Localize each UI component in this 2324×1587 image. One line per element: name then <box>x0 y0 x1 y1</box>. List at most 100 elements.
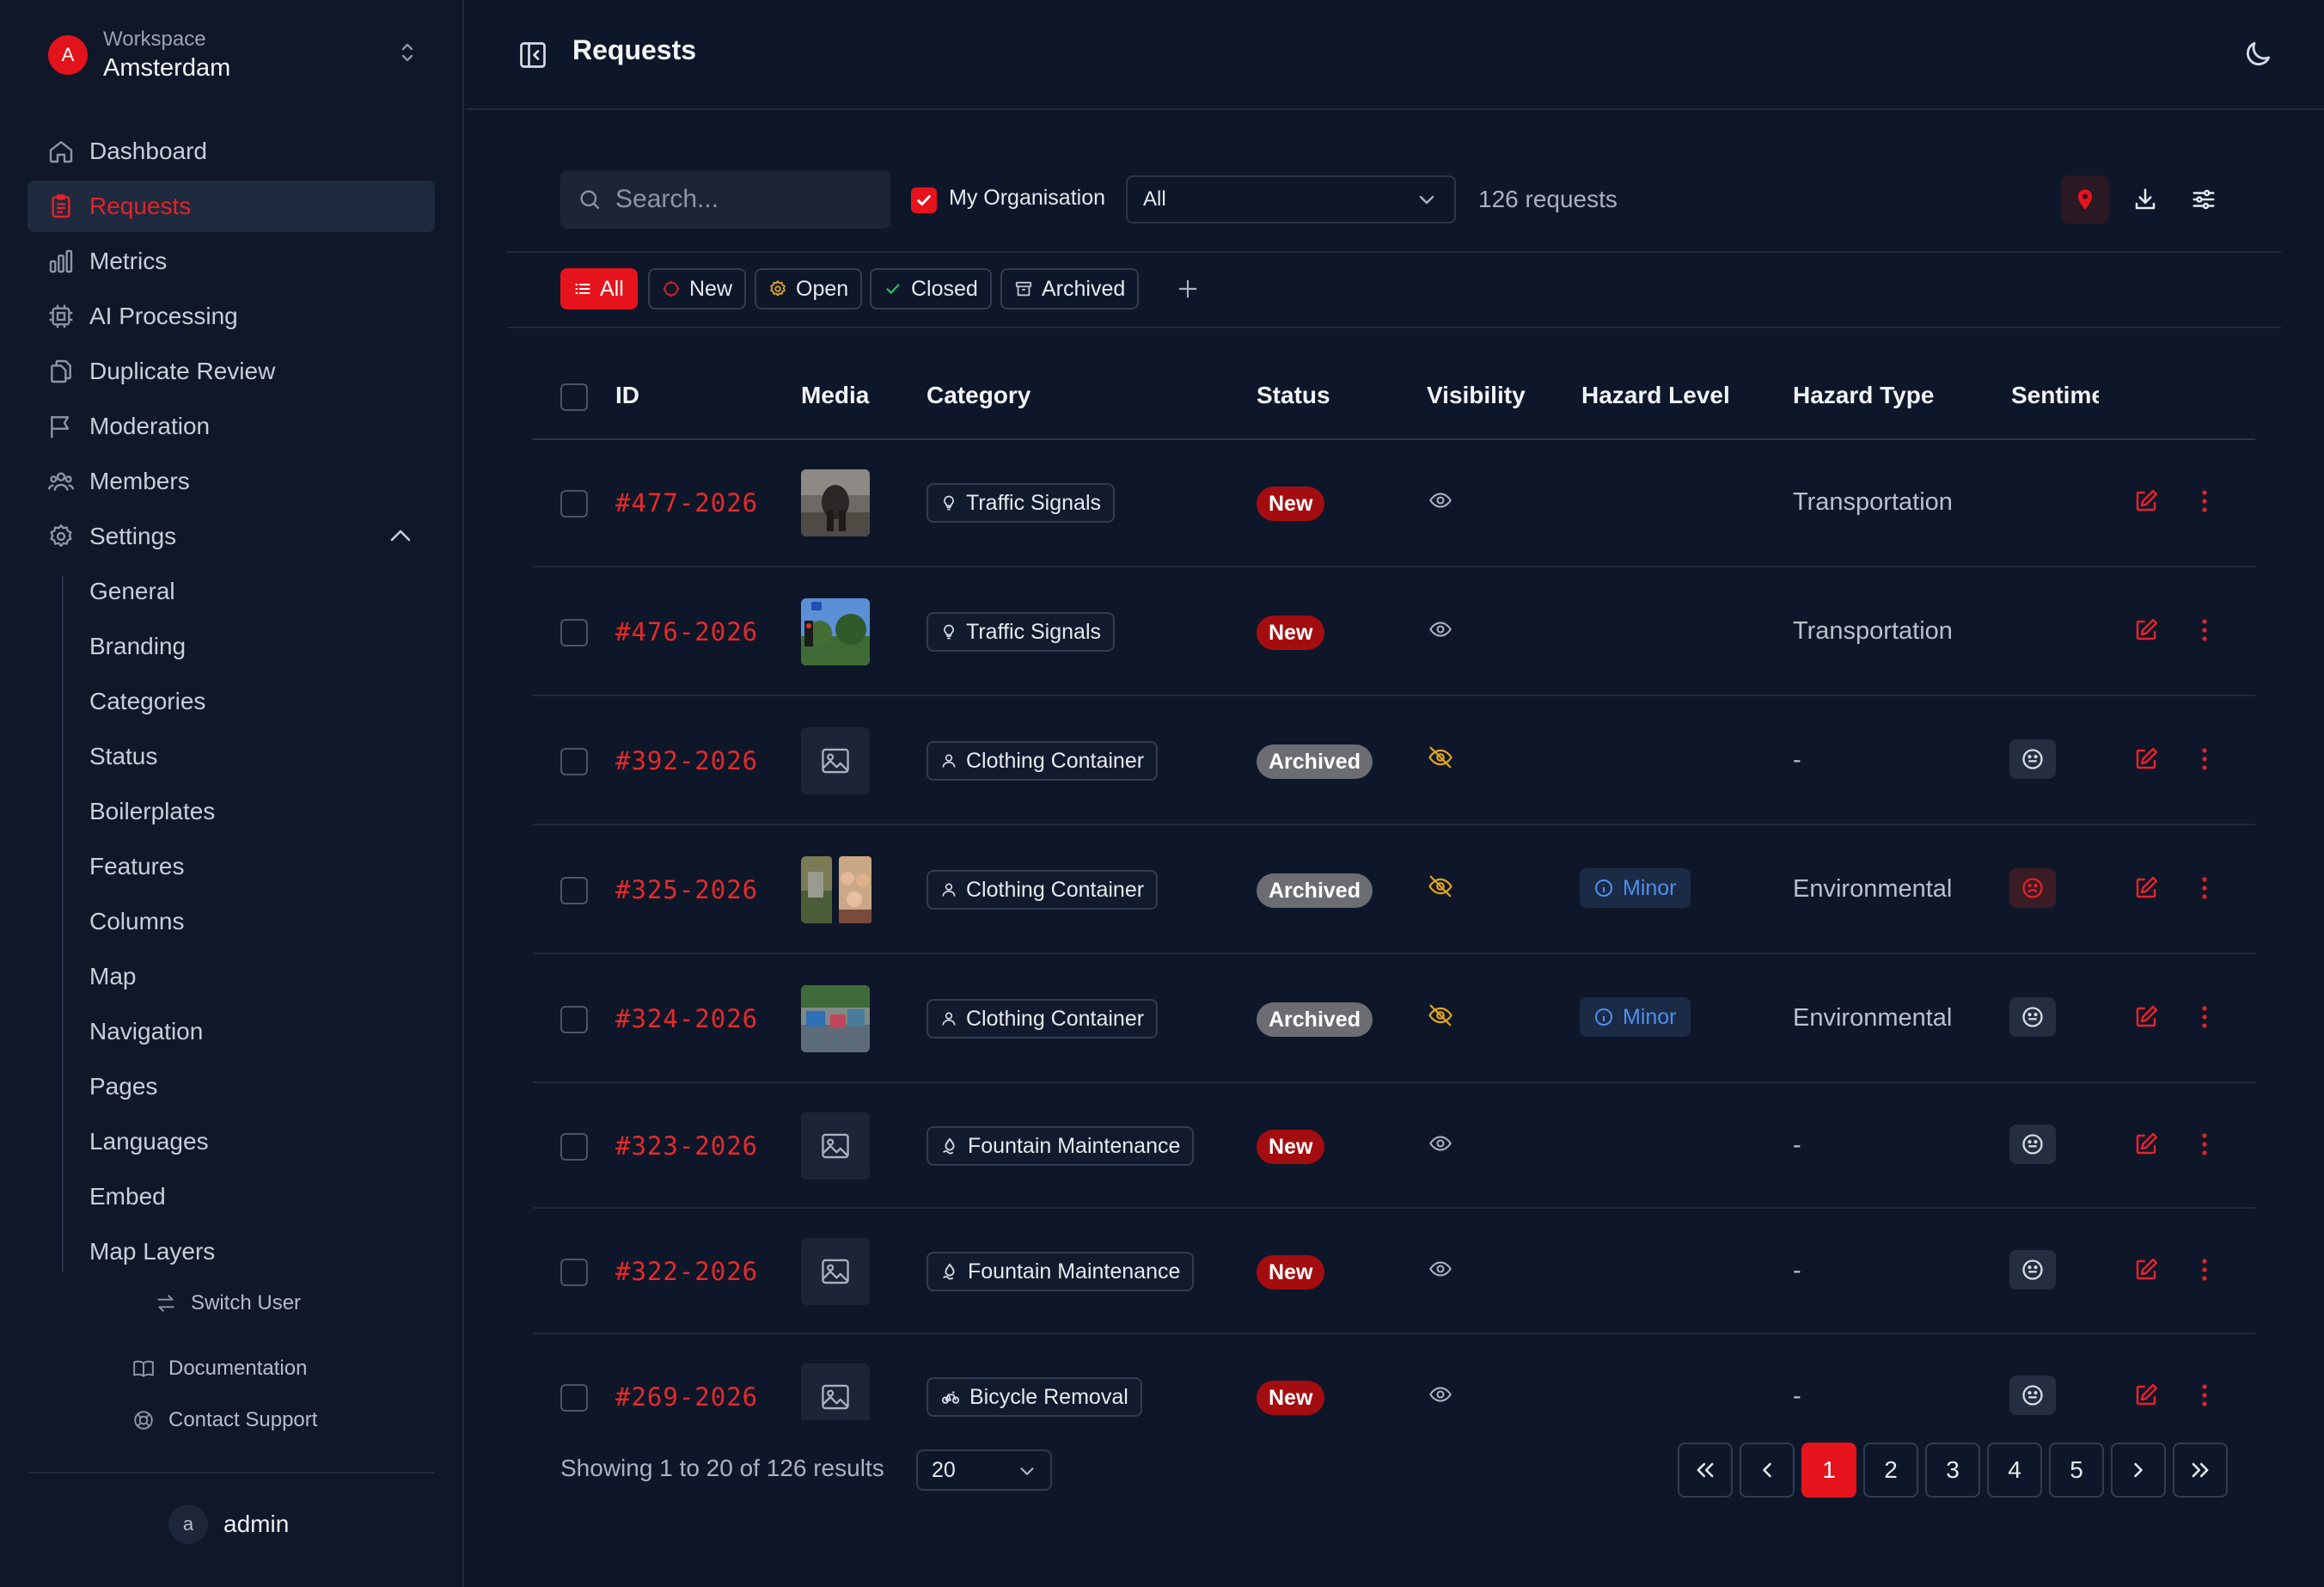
nav-item-ai-processing[interactable]: AI Processing <box>28 291 435 342</box>
settings-item-map[interactable]: Map <box>89 958 136 996</box>
nav-item-duplicate-review[interactable]: Duplicate Review <box>28 346 435 397</box>
column-header-id[interactable]: ID <box>615 382 639 409</box>
media-thumbnails[interactable] <box>801 856 873 923</box>
more-vertical-icon[interactable] <box>2199 617 2211 643</box>
nav-item-members[interactable]: Members <box>28 456 435 507</box>
more-vertical-icon[interactable] <box>2199 1004 2211 1030</box>
edit-icon[interactable] <box>2133 1131 2159 1157</box>
filter-chip-all[interactable]: All <box>560 268 638 309</box>
row-checkbox[interactable] <box>560 1259 588 1286</box>
request-id-link[interactable]: #325-2026 <box>615 875 758 904</box>
table-row[interactable]: #392-2026 Clothing Container Archived - <box>533 696 2255 825</box>
settings-item-boilerplates[interactable]: Boilerplates <box>89 793 215 830</box>
nav-item-metrics[interactable]: Metrics <box>28 236 435 287</box>
edit-icon[interactable] <box>2133 617 2159 643</box>
first-page-button[interactable] <box>1678 1443 1733 1498</box>
search-input[interactable] <box>614 184 872 215</box>
table-row[interactable]: #322-2026 Fountain Maintenance New - <box>533 1209 2255 1334</box>
more-vertical-icon[interactable] <box>2199 1131 2211 1157</box>
nav-item-settings[interactable]: Settings <box>28 511 435 562</box>
request-id-link[interactable]: #392-2026 <box>615 746 758 775</box>
media-thumbnail[interactable] <box>801 985 870 1052</box>
next-page-button[interactable] <box>2111 1443 2166 1498</box>
more-vertical-icon[interactable] <box>2199 875 2211 901</box>
column-header-hazard-type[interactable]: Hazard Type <box>1793 382 1934 409</box>
settings-item-features[interactable]: Features <box>89 848 185 885</box>
edit-icon[interactable] <box>2133 488 2159 514</box>
table-row[interactable]: #323-2026 Fountain Maintenance New - <box>533 1083 2255 1209</box>
column-header-visibility[interactable]: Visibility <box>1427 382 1526 409</box>
settings-item-navigation[interactable]: Navigation <box>89 1013 203 1051</box>
eye-icon[interactable] <box>1427 1382 1454 1406</box>
column-header-hazard-level[interactable]: Hazard Level <box>1581 382 1730 409</box>
page-button[interactable]: 1 <box>1801 1443 1856 1498</box>
settings-item-categories[interactable]: Categories <box>89 683 205 720</box>
edit-icon[interactable] <box>2133 875 2159 901</box>
search-box[interactable] <box>560 170 890 229</box>
page-button[interactable]: 5 <box>2049 1443 2104 1498</box>
edit-icon[interactable] <box>2133 1257 2159 1283</box>
switch-user-link[interactable]: Switch User <box>155 1291 301 1315</box>
row-checkbox[interactable] <box>560 748 588 775</box>
request-id-link[interactable]: #476-2026 <box>615 617 758 646</box>
eye-icon[interactable] <box>1427 1131 1454 1155</box>
moon-icon[interactable] <box>2241 38 2274 70</box>
previous-page-button[interactable] <box>1740 1443 1795 1498</box>
media-thumbnail[interactable] <box>801 598 870 665</box>
workspace-switcher[interactable]: A Workspace Amsterdam <box>48 22 418 88</box>
row-checkbox[interactable] <box>560 1006 588 1033</box>
settings-item-status[interactable]: Status <box>89 738 157 775</box>
filter-chip-open[interactable]: Open <box>755 268 863 309</box>
request-id-link[interactable]: #323-2026 <box>615 1131 758 1161</box>
column-settings-button[interactable] <box>2180 175 2228 224</box>
more-vertical-icon[interactable] <box>2199 746 2211 772</box>
row-checkbox[interactable] <box>560 1384 588 1412</box>
column-header-status[interactable]: Status <box>1257 382 1330 409</box>
column-header-sentiment[interactable]: Sentime <box>2011 382 2099 409</box>
eye-icon[interactable] <box>1427 617 1454 641</box>
edit-icon[interactable] <box>2133 1004 2159 1030</box>
settings-item-embed[interactable]: Embed <box>89 1178 166 1216</box>
table-row[interactable]: #325-2026 Clothing Container Archived Mi… <box>533 825 2255 954</box>
sidebar-toggle-icon[interactable] <box>517 40 548 70</box>
nav-item-moderation[interactable]: Moderation <box>28 401 435 452</box>
row-checkbox[interactable] <box>560 490 588 518</box>
eye-icon[interactable] <box>1427 488 1454 512</box>
eye-off-icon[interactable] <box>1427 873 1454 899</box>
select-all-checkbox[interactable] <box>560 383 588 411</box>
settings-item-branding[interactable]: Branding <box>89 628 186 665</box>
user-menu[interactable]: a admin <box>168 1504 289 1544</box>
more-vertical-icon[interactable] <box>2199 1257 2211 1283</box>
request-id-link[interactable]: #322-2026 <box>615 1257 758 1286</box>
page-size-select[interactable]: 20 <box>916 1449 1052 1491</box>
my-organisation-checkbox[interactable] <box>911 187 937 213</box>
settings-item-languages[interactable]: Languages <box>89 1123 209 1161</box>
page-button[interactable]: 4 <box>1987 1443 2042 1498</box>
column-header-media[interactable]: Media <box>801 382 869 409</box>
nav-item-requests[interactable]: Requests <box>28 181 435 232</box>
settings-item-map-layers[interactable]: Map Layers <box>89 1233 215 1271</box>
request-id-link[interactable]: #269-2026 <box>615 1382 758 1412</box>
more-vertical-icon[interactable] <box>2199 488 2211 514</box>
nav-item-dashboard[interactable]: Dashboard <box>28 126 435 177</box>
settings-item-columns[interactable]: Columns <box>89 903 184 941</box>
media-thumbnail[interactable] <box>801 469 870 536</box>
table-row[interactable]: #476-2026 Traffic Signals New Transporta… <box>533 567 2255 696</box>
page-button[interactable]: 3 <box>1925 1443 1980 1498</box>
organisation-select[interactable]: All <box>1126 175 1456 224</box>
table-row[interactable]: #477-2026 Traffic Signals New Transporta… <box>533 440 2255 567</box>
edit-icon[interactable] <box>2133 1382 2159 1408</box>
eye-off-icon[interactable] <box>1427 744 1454 770</box>
filter-chip-archived[interactable]: Archived <box>1000 268 1140 309</box>
eye-icon[interactable] <box>1427 1257 1454 1281</box>
contact-support-link[interactable]: Contact Support <box>132 1408 317 1432</box>
row-checkbox[interactable] <box>560 877 588 904</box>
filter-chip-closed[interactable]: Closed <box>870 268 992 309</box>
documentation-link[interactable]: Documentation <box>132 1357 307 1381</box>
settings-item-pages[interactable]: Pages <box>89 1068 157 1106</box>
table-row[interactable]: #324-2026 Clothing Container Archived Mi… <box>533 954 2255 1083</box>
row-checkbox[interactable] <box>560 1133 588 1161</box>
eye-off-icon[interactable] <box>1427 1002 1454 1028</box>
more-vertical-icon[interactable] <box>2199 1382 2211 1408</box>
column-header-category[interactable]: Category <box>927 382 1031 409</box>
